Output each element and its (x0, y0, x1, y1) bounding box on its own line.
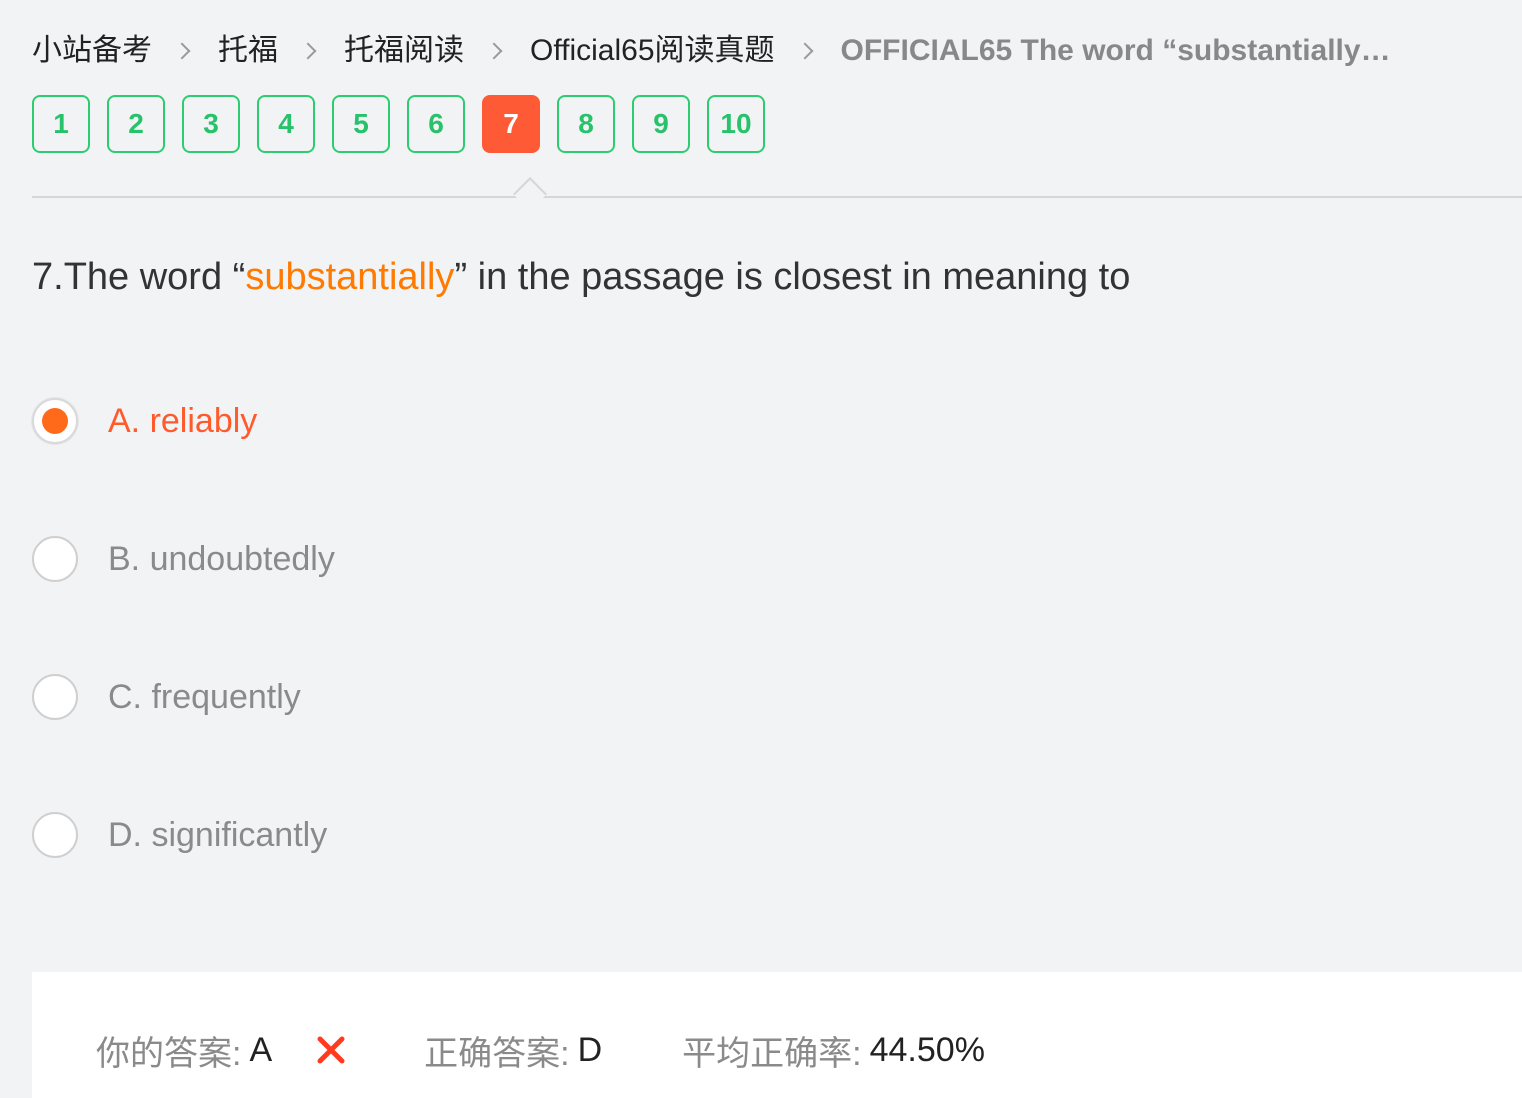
breadcrumb-item-official65[interactable]: Official65阅读真题 (530, 30, 775, 72)
question-button-5[interactable]: 5 (332, 95, 390, 153)
chevron-right-icon (299, 42, 317, 60)
breadcrumb-item-toefl[interactable]: 托福 (218, 30, 278, 72)
correct-answer-value: D (577, 1030, 603, 1069)
question-nav: 1 2 3 4 5 6 7 8 9 10 (32, 95, 765, 153)
question-button-10[interactable]: 10 (707, 95, 765, 153)
close-icon (316, 1035, 346, 1065)
question-button-7[interactable]: 7 (482, 95, 540, 153)
option-c[interactable]: C. frequently (32, 674, 301, 720)
radio-button-b[interactable] (32, 536, 78, 582)
option-d-label: D. significantly (108, 816, 328, 854)
option-d[interactable]: D. significantly (32, 812, 327, 858)
option-a-label: A. reliably (108, 402, 258, 440)
radio-selected-dot (42, 408, 68, 434)
question-button-3[interactable]: 3 (182, 95, 240, 153)
active-indicator-notch (513, 177, 547, 211)
correct-answer-label: 正确答案: (424, 1034, 570, 1073)
chevron-right-icon (173, 42, 191, 60)
nav-divider (32, 196, 1522, 198)
breadcrumb-item-home[interactable]: 小站备考 (32, 30, 152, 72)
your-answer-label: 你的答案: (96, 1034, 242, 1073)
average-accuracy-label: 平均正确率: (682, 1034, 862, 1073)
option-b-label: B. undoubtedly (108, 540, 335, 578)
chevron-right-icon (485, 42, 503, 60)
chevron-right-icon (796, 42, 814, 60)
answer-row: 你的答案: A 正确答案: D 平均正确率: 44.50% (96, 1028, 985, 1073)
option-b[interactable]: B. undoubtedly (32, 536, 335, 582)
question-button-4[interactable]: 4 (257, 95, 315, 153)
question-highlight-word: substantially (245, 256, 455, 298)
radio-button-a[interactable] (32, 398, 78, 444)
your-answer-value: A (249, 1030, 273, 1069)
question-suffix: ” in the passage is closest in meaning t… (454, 256, 1131, 298)
average-accuracy-value: 44.50% (869, 1030, 985, 1069)
option-a[interactable]: A. reliably (32, 398, 257, 444)
breadcrumb-current: OFFICIAL65 The word “substantially”… (840, 34, 1401, 67)
answer-panel: 你的答案: A 正确答案: D 平均正确率: 44.50% (32, 972, 1522, 1098)
question-button-6[interactable]: 6 (407, 95, 465, 153)
question-prefix: 7.The word “ (32, 256, 246, 298)
question-text: 7.The word “substantially” in the passag… (32, 252, 1130, 302)
question-button-2[interactable]: 2 (107, 95, 165, 153)
radio-button-c[interactable] (32, 674, 78, 720)
breadcrumb: 小站备考 托福 托福阅读 Official65阅读真题 OFFICIAL65 T… (32, 30, 1401, 72)
question-button-8[interactable]: 8 (557, 95, 615, 153)
radio-button-d[interactable] (32, 812, 78, 858)
question-button-1[interactable]: 1 (32, 95, 90, 153)
question-button-9[interactable]: 9 (632, 95, 690, 153)
breadcrumb-item-toefl-reading[interactable]: 托福阅读 (344, 30, 464, 72)
option-c-label: C. frequently (108, 678, 301, 716)
